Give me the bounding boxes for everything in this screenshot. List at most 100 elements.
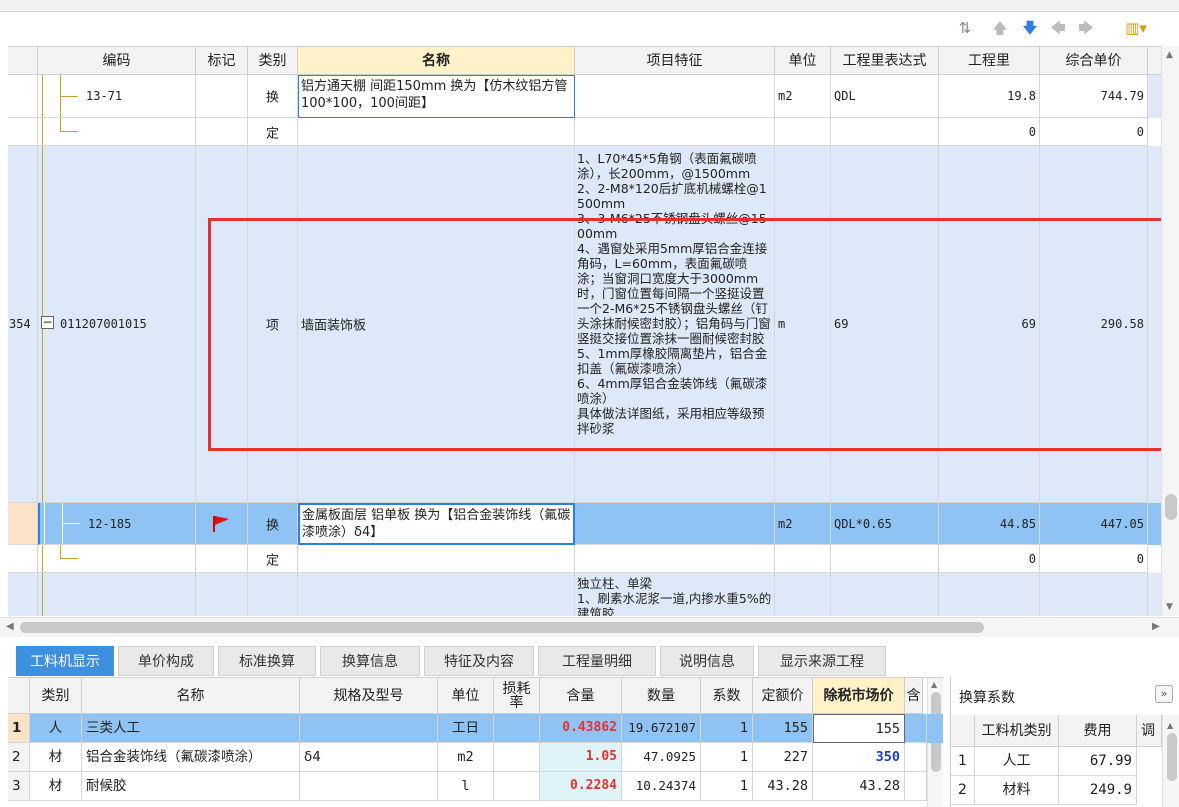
material-row[interactable]: 1 人 三类人工 工日 0.43862 19.672107 1 155 155 [8, 714, 943, 743]
cell-mark[interactable] [196, 503, 248, 545]
move-right-icon[interactable]: 🡆 [1076, 18, 1096, 38]
cell-unit[interactable]: m [775, 146, 831, 503]
cell-price[interactable]: 0 [1040, 545, 1148, 573]
cell-name[interactable]: 铝方通天棚 间距150mm 换为【仿木纹铝方管100*100，100间距】 [298, 75, 575, 118]
scroll-up-icon[interactable]: ▲ [931, 680, 937, 689]
cell-price[interactable]: 744.79 [1040, 75, 1148, 118]
material-category[interactable]: 材 [30, 772, 82, 801]
cell-qty[interactable]: 44.85 [939, 503, 1040, 545]
cell-qty[interactable]: 69 [939, 146, 1040, 503]
bheader-loss-rate[interactable]: 损耗率 [494, 678, 540, 714]
cell-feature[interactable] [575, 545, 775, 573]
tab-description[interactable]: 说明信息 [660, 646, 754, 676]
cell-type[interactable]: 定 [248, 545, 298, 573]
cell-unit[interactable]: m2 [775, 503, 831, 545]
material-coefficient[interactable]: 1 [701, 772, 753, 801]
material-loss[interactable] [494, 772, 540, 801]
material-content[interactable]: 1.05 [540, 743, 622, 772]
scroll-up-icon[interactable]: ▲ [1166, 50, 1173, 60]
header-type[interactable]: 类别 [248, 47, 298, 75]
cell-type[interactable]: 换 [248, 75, 298, 118]
material-category[interactable]: 人 [30, 714, 82, 743]
bheader-content[interactable]: 含量 [540, 678, 622, 714]
header-mark[interactable]: 标记 [196, 47, 248, 75]
material-content[interactable]: 0.2284 [540, 772, 622, 801]
material-unit[interactable]: 工日 [438, 714, 494, 743]
material-name[interactable]: 耐候胶 [82, 772, 300, 801]
material-base-price[interactable]: 43.28 [753, 772, 813, 801]
scroll-right-icon[interactable]: ▶ [1152, 621, 1160, 632]
cell-mark[interactable] [196, 118, 248, 146]
panel-scrollbar[interactable]: ▲ [1162, 715, 1179, 807]
factor-fee[interactable]: 249.9 [1059, 776, 1137, 805]
cell-expr[interactable]: 69 [831, 146, 939, 503]
material-quantity[interactable]: 19.672107 [622, 714, 701, 743]
cell-expr[interactable]: QDL*0.65 [831, 503, 939, 545]
material-quantity[interactable]: 47.0925 [622, 743, 701, 772]
cell-mark[interactable] [196, 146, 248, 503]
table-row[interactable]: 独立柱、单梁 1、刷素水泥浆一道,内掺水重5%的建筑胶 [8, 573, 1161, 616]
material-category[interactable]: 材 [30, 743, 82, 772]
header-qty[interactable]: 工程里 [939, 47, 1040, 75]
cell-qty[interactable]: 19.8 [939, 75, 1040, 118]
table-row[interactable]: 定 0 0 [8, 545, 1161, 573]
bheader-market-price[interactable]: 除税市场价 [813, 678, 905, 714]
tab-source-project[interactable]: 显示来源工程 [758, 646, 886, 676]
cell-feature[interactable]: 独立柱、单梁 1、刷素水泥浆一道,内掺水重5%的建筑胶 [575, 573, 775, 616]
header-unit[interactable]: 单位 [775, 47, 831, 75]
material-coefficient[interactable]: 1 [701, 743, 753, 772]
material-unit[interactable]: m2 [438, 743, 494, 772]
material-row[interactable]: 3 材 耐候胶 l 0.2284 10.24374 1 43.28 43.28 [8, 772, 943, 801]
horizontal-scrollbar[interactable]: ◀ ▶ [0, 617, 1179, 637]
cell-feature[interactable]: 1、L70*45*5角钢（表面氟碳喷涂），长200mm，@1500mm 2、2-… [575, 146, 775, 503]
cell-name[interactable]: 金属板面层 铝单板 换为【铝合金装饰线（氟碳漆喷涂）δ4】 [298, 503, 575, 545]
cell-expr[interactable] [831, 118, 939, 146]
cell-name[interactable]: 墙面装饰板 [298, 146, 575, 503]
table-row[interactable]: 定 0 0 [8, 118, 1161, 146]
material-base-price[interactable]: 155 [753, 714, 813, 743]
material-base-price[interactable]: 227 [753, 743, 813, 772]
table-row[interactable]: 13-71 换 铝方通天棚 间距150mm 换为【仿木纹铝方管100*100，1… [8, 75, 1161, 118]
material-name[interactable]: 三类人工 [82, 714, 300, 743]
cell-code[interactable]: − 011207001015 [38, 146, 196, 503]
factor-fee[interactable]: 67.99 [1059, 747, 1137, 776]
cell-mark[interactable] [196, 573, 248, 616]
cell-price[interactable]: 447.05 [1040, 503, 1148, 545]
cell-code[interactable]: 12-185 [38, 503, 196, 545]
material-market-price-input[interactable]: 155 [813, 714, 905, 743]
cell-code[interactable] [38, 545, 196, 573]
cell-name[interactable] [298, 118, 575, 146]
cell-unit[interactable] [775, 545, 831, 573]
factor-category[interactable]: 人工 [975, 747, 1059, 776]
cell-unit[interactable]: m2 [775, 75, 831, 118]
tab-conversion-info[interactable]: 换算信息 [320, 646, 420, 676]
material-market-price[interactable]: 350 [813, 743, 905, 772]
bheader-base-price[interactable]: 定额价 [753, 678, 813, 714]
cell-expr[interactable]: QDL [831, 75, 939, 118]
cell-type[interactable] [248, 573, 298, 616]
cell-type[interactable]: 定 [248, 118, 298, 146]
table-row[interactable]: 354 − 011207001015 项 墙面装饰板 1、L70*45*5角钢（… [8, 146, 1161, 503]
header-feature[interactable]: 项目特征 [575, 47, 775, 75]
move-down-icon[interactable]: 🡇 [1020, 18, 1040, 38]
scroll-thumb-h[interactable] [20, 622, 984, 633]
cell-qty[interactable]: 0 [939, 118, 1040, 146]
material-more[interactable] [905, 714, 927, 743]
material-row[interactable]: 2 材 铝合金装饰线（氟碳漆喷涂） δ4 m2 1.05 47.0925 1 2… [8, 743, 943, 772]
rheader-category[interactable]: 工料机类别 [975, 715, 1059, 747]
material-name[interactable]: 铝合金装饰线（氟碳漆喷涂） [82, 743, 300, 772]
cell-name[interactable] [298, 545, 575, 573]
material-content[interactable]: 0.43862 [540, 714, 622, 743]
tab-materials[interactable]: 工料机显示 [16, 646, 114, 676]
material-market-price[interactable]: 43.28 [813, 772, 905, 801]
cell-type[interactable]: 项 [248, 146, 298, 503]
cell-code[interactable] [38, 118, 196, 146]
cell-mark[interactable] [196, 75, 248, 118]
header-price[interactable]: 综合单价 [1040, 47, 1148, 75]
sort-icon[interactable]: ⇅ [955, 18, 975, 38]
cell-code[interactable] [38, 573, 196, 616]
cell-type[interactable]: 换 [248, 503, 298, 545]
rheader-fee[interactable]: 费用 [1059, 715, 1137, 747]
expand-panel-icon[interactable]: » [1155, 685, 1173, 703]
material-more[interactable] [905, 743, 927, 772]
